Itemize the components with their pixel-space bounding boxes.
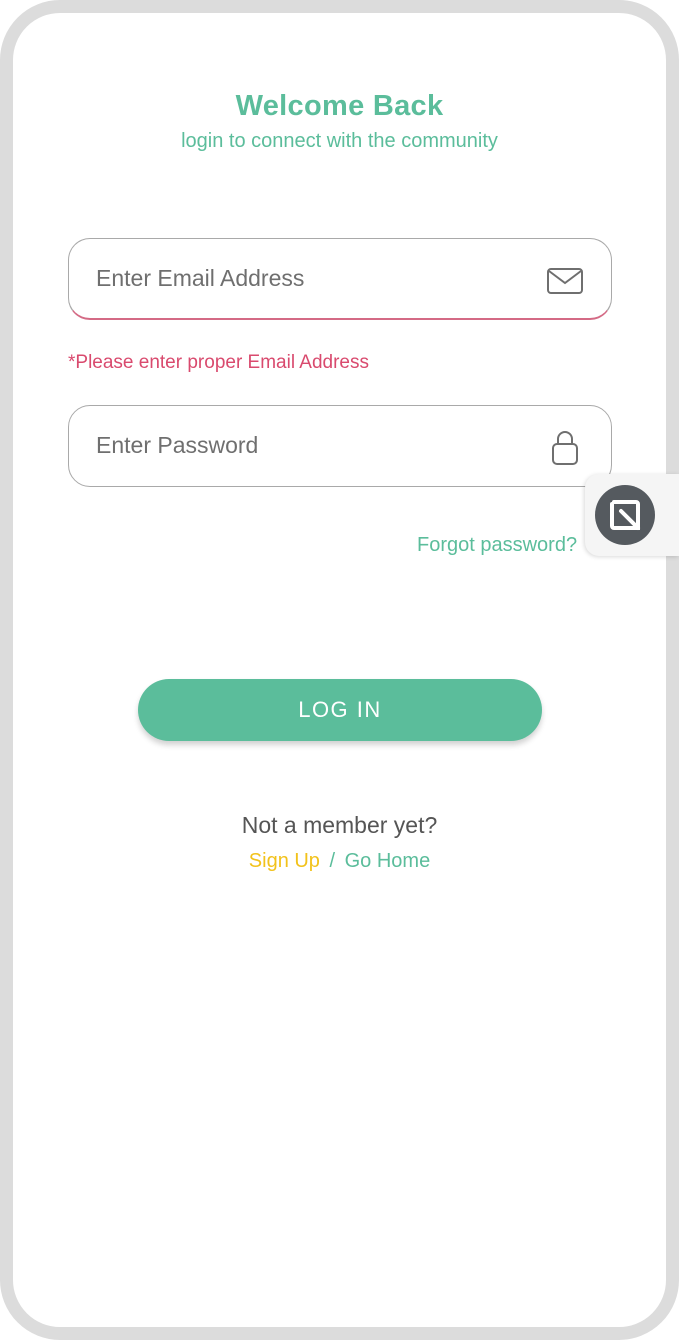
page-title: Welcome Back bbox=[235, 90, 444, 122]
phone-frame bbox=[0, 0, 679, 1340]
envelope-icon bbox=[547, 268, 583, 294]
page-subtitle: login to connect with the community bbox=[181, 130, 498, 152]
login-button[interactable]: LOG IN bbox=[138, 679, 542, 741]
not-member-text: Not a member yet? bbox=[241, 812, 438, 838]
email-field[interactable]: Enter Email Address bbox=[68, 238, 612, 320]
email-placeholder: Enter Email Address bbox=[96, 265, 305, 291]
go-home-link[interactable]: Go Home bbox=[345, 850, 431, 872]
floating-action-button[interactable] bbox=[595, 485, 655, 545]
password-field[interactable]: Enter Password bbox=[68, 405, 612, 487]
app-launcher-icon bbox=[610, 500, 640, 530]
forgot-password-link[interactable]: Forgot password? bbox=[417, 534, 597, 557]
sign-up-link[interactable]: Sign Up bbox=[249, 850, 320, 872]
floating-button-tab[interactable] bbox=[585, 474, 679, 556]
link-separator: / bbox=[329, 850, 336, 872]
password-placeholder: Enter Password bbox=[96, 432, 259, 458]
email-error-message: *Please enter proper Email Address bbox=[68, 352, 369, 373]
lock-icon bbox=[552, 431, 578, 465]
footer-links: Sign Up / Go Home bbox=[0, 850, 679, 873]
